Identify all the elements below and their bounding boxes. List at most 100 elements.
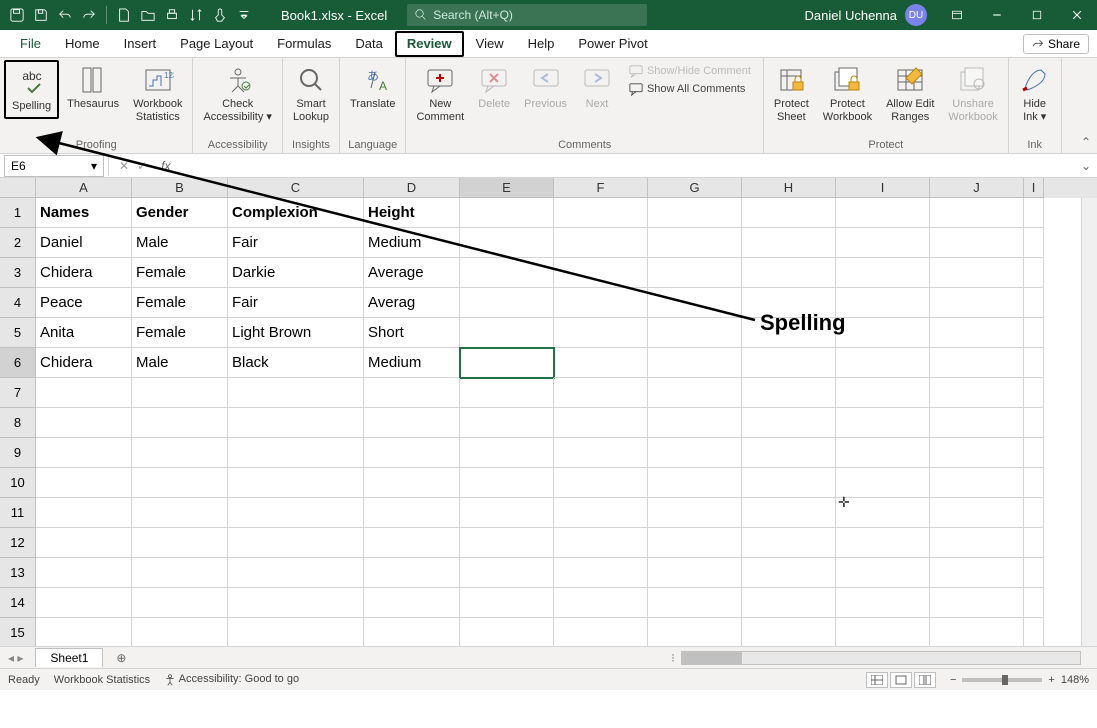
cell[interactable] (1024, 228, 1044, 258)
cell[interactable] (836, 438, 930, 468)
cell[interactable] (1024, 618, 1044, 646)
cell[interactable] (742, 558, 836, 588)
tab-help[interactable]: Help (516, 30, 567, 58)
cell[interactable] (228, 438, 364, 468)
cell[interactable] (554, 408, 648, 438)
cell[interactable] (836, 468, 930, 498)
cell[interactable] (228, 468, 364, 498)
undo-icon[interactable] (54, 4, 76, 26)
cell[interactable] (364, 378, 460, 408)
cell[interactable] (742, 498, 836, 528)
row-header[interactable]: 5 (0, 318, 36, 348)
cell[interactable] (648, 438, 742, 468)
cell[interactable] (1024, 528, 1044, 558)
cell[interactable]: Medium (364, 228, 460, 258)
cell[interactable]: Darkie (228, 258, 364, 288)
cell[interactable] (36, 498, 132, 528)
cell[interactable] (554, 348, 648, 378)
workbook-statistics-button[interactable]: 123Workbook Statistics (127, 60, 188, 127)
cell[interactable] (930, 228, 1024, 258)
cell[interactable] (1024, 438, 1044, 468)
new-file-icon[interactable] (113, 4, 135, 26)
tab-data[interactable]: Data (343, 30, 394, 58)
cell[interactable] (132, 468, 228, 498)
cell[interactable] (36, 378, 132, 408)
cell[interactable] (36, 468, 132, 498)
cell[interactable] (1024, 468, 1044, 498)
row-header[interactable]: 14 (0, 588, 36, 618)
autosave-toggle[interactable] (6, 4, 28, 26)
cell[interactable]: Height (364, 198, 460, 228)
cell[interactable] (364, 468, 460, 498)
cell[interactable] (228, 378, 364, 408)
cell[interactable] (36, 528, 132, 558)
user-account[interactable]: Daniel Uchenna DU (794, 4, 937, 26)
cell[interactable]: Female (132, 318, 228, 348)
cell[interactable] (930, 498, 1024, 528)
cell[interactable] (930, 528, 1024, 558)
sheet-nav[interactable]: ◂ ▸ (0, 651, 31, 665)
cell[interactable] (364, 558, 460, 588)
cell[interactable] (554, 228, 648, 258)
column-header[interactable]: D (364, 178, 460, 198)
expand-formula-bar-icon[interactable]: ⌄ (1075, 159, 1097, 173)
tab-split-handle[interactable]: ⁝ (665, 651, 681, 665)
cell[interactable] (36, 408, 132, 438)
cell[interactable] (648, 228, 742, 258)
tab-formulas[interactable]: Formulas (265, 30, 343, 58)
thesaurus-button[interactable]: Thesaurus (61, 60, 125, 115)
cell[interactable] (554, 198, 648, 228)
sort-icon[interactable] (185, 4, 207, 26)
cell[interactable] (460, 378, 554, 408)
cell[interactable] (742, 348, 836, 378)
select-all-corner[interactable] (0, 178, 36, 198)
cell[interactable]: Peace (36, 288, 132, 318)
cell[interactable] (930, 618, 1024, 646)
zoom-slider[interactable] (962, 678, 1042, 682)
cell[interactable] (228, 558, 364, 588)
cell[interactable]: Male (132, 228, 228, 258)
cell[interactable] (36, 618, 132, 646)
cell[interactable] (1024, 588, 1044, 618)
cell[interactable]: Gender (132, 198, 228, 228)
cell[interactable] (742, 378, 836, 408)
cell[interactable] (648, 558, 742, 588)
cell[interactable] (648, 528, 742, 558)
cell[interactable] (742, 618, 836, 646)
sheet-tab[interactable]: Sheet1 (35, 648, 103, 667)
enter-formula-icon[interactable]: ✓ (137, 159, 147, 173)
cell[interactable]: Chidera (36, 258, 132, 288)
zoom-percent[interactable]: 148% (1061, 674, 1089, 686)
grid-body[interactable]: 1NamesGenderComplexionHeight2DanielMaleF… (0, 198, 1097, 646)
column-header[interactable]: H (742, 178, 836, 198)
cell[interactable] (1024, 198, 1044, 228)
cell[interactable] (1024, 558, 1044, 588)
cell[interactable] (1024, 318, 1044, 348)
cell[interactable] (930, 318, 1024, 348)
cell[interactable] (648, 378, 742, 408)
cell[interactable] (554, 618, 648, 646)
cell[interactable] (228, 498, 364, 528)
allow-edit-ranges-button[interactable]: Allow Edit Ranges (880, 60, 940, 127)
column-header[interactable]: C (228, 178, 364, 198)
cell[interactable]: Anita (36, 318, 132, 348)
ribbon-display-options-icon[interactable] (937, 0, 977, 30)
save-icon[interactable] (30, 4, 52, 26)
cancel-formula-icon[interactable]: ✕ (119, 159, 129, 173)
cell[interactable]: Female (132, 258, 228, 288)
qat-dropdown-icon[interactable] (233, 4, 255, 26)
cell[interactable]: Female (132, 288, 228, 318)
cell[interactable] (930, 348, 1024, 378)
cell[interactable] (554, 588, 648, 618)
cell[interactable] (836, 348, 930, 378)
cell[interactable] (554, 258, 648, 288)
row-header[interactable]: 8 (0, 408, 36, 438)
close-icon[interactable] (1057, 0, 1097, 30)
hide-ink-button[interactable]: Hide Ink ▾ (1013, 60, 1057, 127)
tab-view[interactable]: View (464, 30, 516, 58)
column-header[interactable]: B (132, 178, 228, 198)
cell[interactable] (648, 318, 742, 348)
cell[interactable] (132, 378, 228, 408)
cell[interactable] (228, 588, 364, 618)
cell[interactable] (460, 618, 554, 646)
